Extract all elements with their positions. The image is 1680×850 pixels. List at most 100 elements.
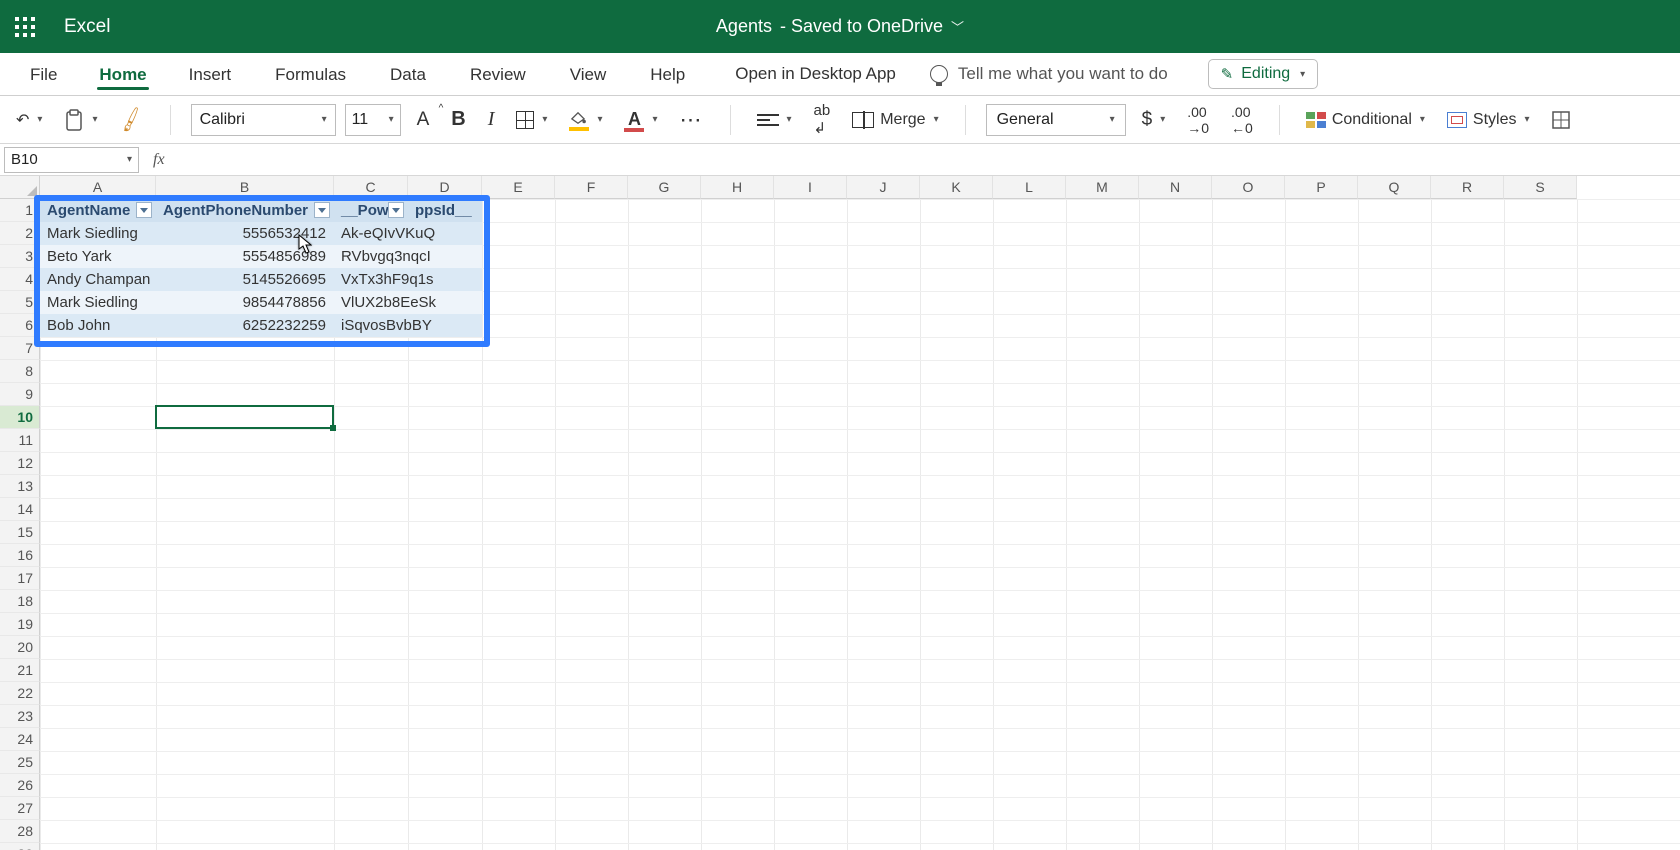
row-header[interactable]: 12 — [0, 452, 40, 475]
column-header[interactable]: M — [1066, 176, 1139, 199]
cell-powerapps-id[interactable]: RVbvgq3nqcI — [337, 246, 435, 267]
tab-home[interactable]: Home — [79, 55, 166, 93]
fill-handle[interactable] — [330, 425, 336, 431]
row-header[interactable]: 9 — [0, 383, 40, 406]
decrease-decimal-button[interactable]: .00←0 — [1225, 100, 1259, 140]
tab-formulas[interactable]: Formulas — [253, 55, 368, 93]
more-font-button[interactable]: ⋯ — [674, 113, 710, 127]
tab-insert[interactable]: Insert — [167, 55, 254, 93]
row-header[interactable]: 7 — [0, 337, 40, 360]
select-all-button[interactable] — [0, 176, 40, 199]
borders-button[interactable]: ▾ — [510, 107, 553, 133]
mode-editing-dropdown[interactable]: ✎ Editing ▾ — [1208, 59, 1319, 89]
tab-data[interactable]: Data — [368, 55, 448, 93]
font-name-select[interactable]: Calibri▾ — [191, 104, 336, 136]
filter-button[interactable] — [388, 202, 404, 218]
column-header[interactable]: L — [993, 176, 1066, 199]
row-header[interactable]: 21 — [0, 659, 40, 682]
column-header[interactable]: P — [1285, 176, 1358, 199]
open-in-desktop-button[interactable]: Open in Desktop App — [717, 54, 914, 94]
conditional-formatting-button[interactable]: Conditional▾ — [1300, 107, 1431, 133]
cell-powerapps-id[interactable]: iSqvosBvbBY — [337, 315, 436, 336]
column-headers[interactable]: ABCDEFGHIJKLMNOPQRS — [40, 176, 1680, 199]
row-header[interactable]: 14 — [0, 498, 40, 521]
format-painter-button[interactable]: 🖌 — [113, 104, 149, 136]
cells-viewport[interactable]: AgentNameAgentPhoneNumber__PoweppsId__Ma… — [40, 199, 1680, 850]
grow-font-button[interactable]: A^ — [411, 105, 436, 135]
cell-agent-phone[interactable]: 5556532412 — [156, 223, 330, 244]
row-header[interactable]: 17 — [0, 567, 40, 590]
wrap-text-button[interactable]: ab↲ — [808, 98, 837, 141]
cell-powerapps-id[interactable]: Ak-eQIvVKuQ — [337, 223, 439, 244]
row-header[interactable]: 5 — [0, 291, 40, 314]
column-header[interactable]: A — [40, 176, 156, 199]
row-header[interactable]: 19 — [0, 613, 40, 636]
row-header[interactable]: 22 — [0, 682, 40, 705]
row-header[interactable]: 27 — [0, 797, 40, 820]
filter-button[interactable] — [314, 202, 330, 218]
column-header[interactable]: E — [482, 176, 555, 199]
column-header[interactable]: Q — [1358, 176, 1431, 199]
bold-button[interactable]: B — [445, 104, 471, 135]
tab-view[interactable]: View — [548, 55, 629, 93]
column-header[interactable]: C — [334, 176, 408, 199]
worksheet-area[interactable]: ABCDEFGHIJKLMNOPQRS 12345678910111213141… — [0, 176, 1680, 850]
chevron-down-icon[interactable]: ﹀ — [951, 17, 964, 36]
font-color-button[interactable]: A ▾ — [618, 105, 663, 134]
column-header[interactable]: I — [774, 176, 847, 199]
currency-button[interactable]: $▾ — [1136, 105, 1172, 135]
row-header[interactable]: 1 — [0, 199, 40, 222]
row-header[interactable]: 10 — [0, 406, 40, 429]
row-header[interactable]: 18 — [0, 590, 40, 613]
tab-review[interactable]: Review — [448, 55, 548, 93]
cell-agent-name[interactable]: Mark Siedling — [43, 223, 142, 244]
fill-color-button[interactable]: ▾ — [563, 107, 608, 133]
row-header[interactable]: 2 — [0, 222, 40, 245]
fx-icon[interactable]: fx — [143, 151, 175, 169]
tab-file[interactable]: File — [8, 55, 79, 93]
tell-me-search[interactable]: Tell me what you want to do — [914, 64, 1184, 84]
row-header[interactable]: 20 — [0, 636, 40, 659]
app-launcher-icon[interactable] — [0, 0, 50, 53]
filter-button[interactable] — [136, 202, 152, 218]
cell-agent-name[interactable]: Bob John — [43, 315, 114, 336]
row-header[interactable]: 13 — [0, 475, 40, 498]
increase-decimal-button[interactable]: .00→0 — [1181, 100, 1215, 140]
column-header[interactable]: O — [1212, 176, 1285, 199]
number-format-select[interactable]: General▾ — [986, 104, 1126, 136]
column-header[interactable]: F — [555, 176, 628, 199]
row-header[interactable]: 4 — [0, 268, 40, 291]
document-title[interactable]: Agents — [716, 16, 772, 37]
cell-powerapps-id[interactable]: VlUX2b8EeSk — [337, 292, 440, 313]
insert-cells-button[interactable] — [1546, 107, 1576, 133]
row-header[interactable]: 11 — [0, 429, 40, 452]
tab-help[interactable]: Help — [628, 55, 707, 93]
cell-agent-phone[interactable]: 6252232259 — [156, 315, 330, 336]
row-header[interactable]: 28 — [0, 820, 40, 843]
cell-agent-phone[interactable]: 5145526695 — [156, 269, 330, 290]
formula-bar[interactable] — [175, 147, 1680, 173]
column-header[interactable]: H — [701, 176, 774, 199]
row-header[interactable]: 29 — [0, 843, 40, 850]
paste-button[interactable]: ▾ — [58, 105, 103, 135]
row-header[interactable]: 24 — [0, 728, 40, 751]
cell-agent-name[interactable]: Beto Yark — [43, 246, 115, 267]
row-header[interactable]: 26 — [0, 774, 40, 797]
column-header[interactable]: J — [847, 176, 920, 199]
cell-agent-phone[interactable]: 9854478856 — [156, 292, 330, 313]
align-button[interactable]: ▾ — [751, 110, 798, 130]
column-header[interactable]: D — [408, 176, 482, 199]
column-header[interactable]: N — [1139, 176, 1212, 199]
font-size-select[interactable]: 11▾ — [345, 104, 401, 136]
row-header[interactable]: 25 — [0, 751, 40, 774]
row-header[interactable]: 16 — [0, 544, 40, 567]
column-header[interactable]: G — [628, 176, 701, 199]
column-header[interactable]: B — [156, 176, 334, 199]
row-headers[interactable]: 1234567891011121314151617181920212223242… — [0, 199, 40, 850]
cell-agent-name[interactable]: Mark Siedling — [43, 292, 142, 313]
column-header[interactable]: R — [1431, 176, 1504, 199]
column-header[interactable]: K — [920, 176, 993, 199]
row-header[interactable]: 3 — [0, 245, 40, 268]
row-header[interactable]: 6 — [0, 314, 40, 337]
merge-button[interactable]: Merge▾ — [846, 107, 944, 133]
